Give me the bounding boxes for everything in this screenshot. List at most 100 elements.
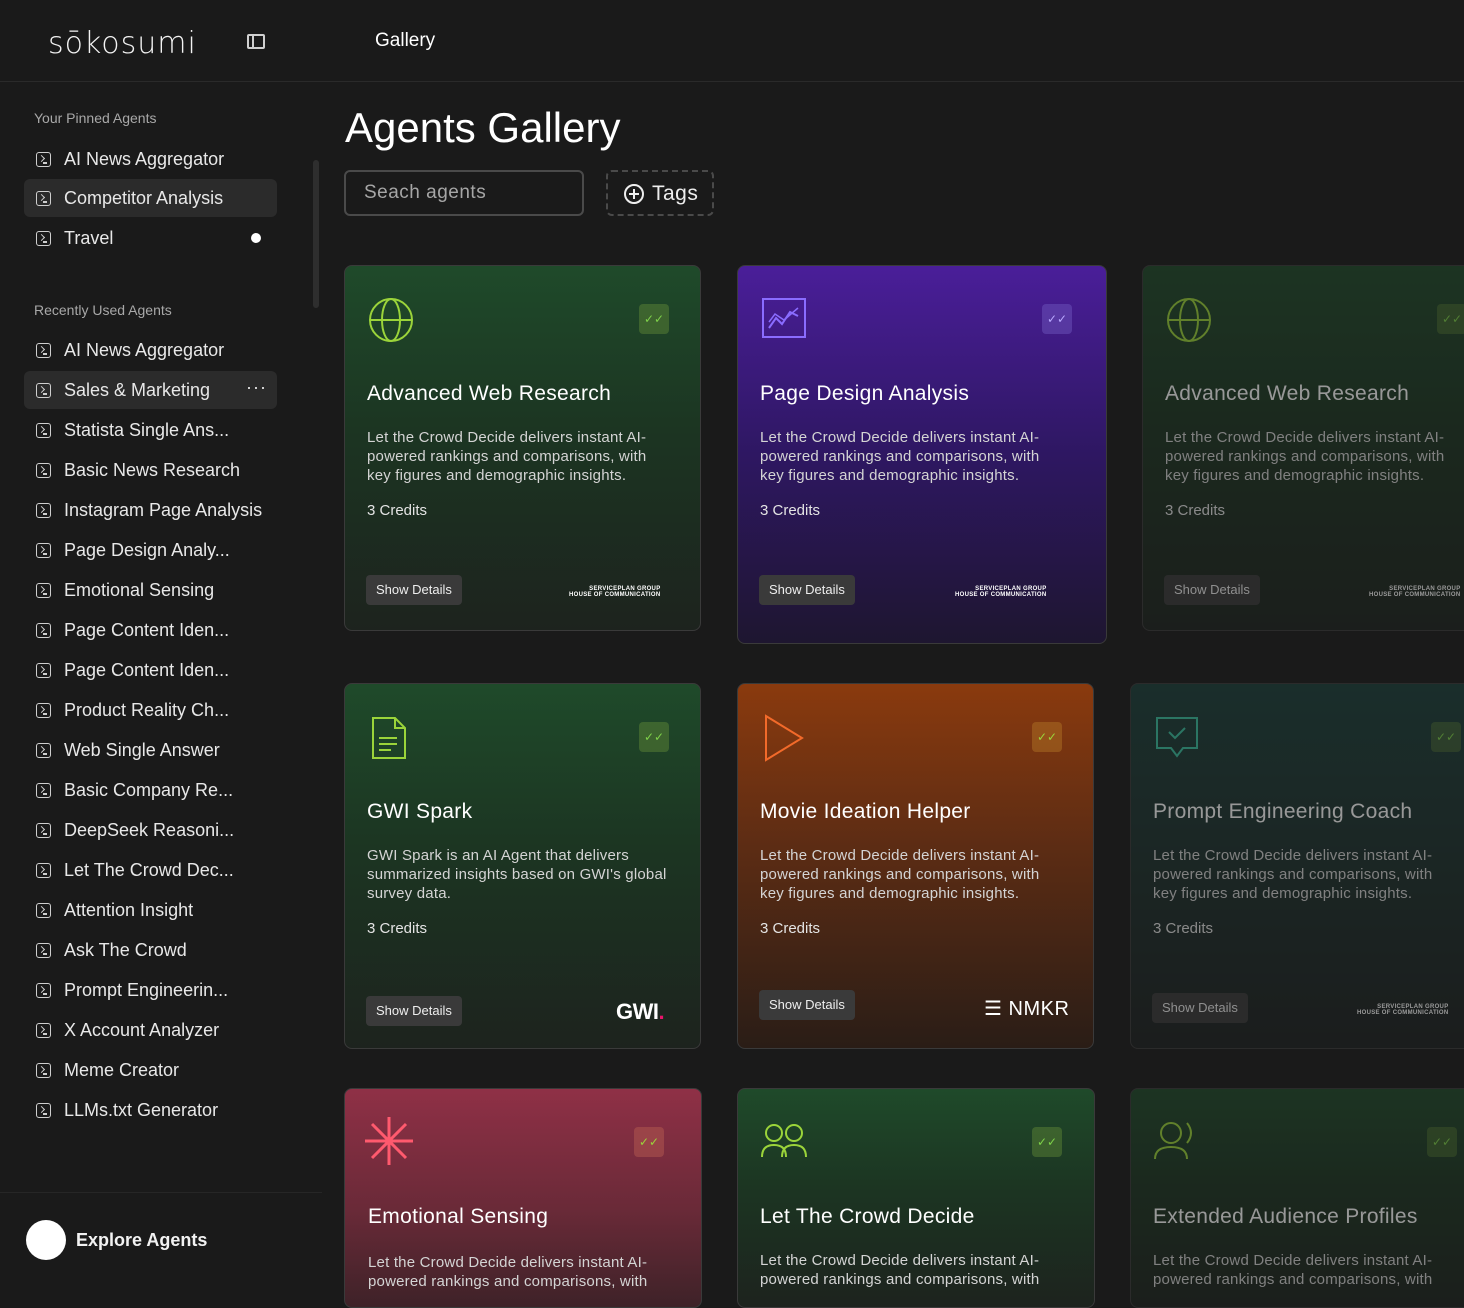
document-icon: [372, 717, 406, 759]
explore-agents-label: Explore Agents: [76, 1230, 208, 1250]
search-input[interactable]: [344, 170, 584, 216]
sidebar-scrollbar[interactable]: [313, 160, 319, 308]
recent-agent-item[interactable]: LLMs.txt Generator: [24, 1091, 277, 1129]
nav-label: Statista Single Ans...: [64, 420, 230, 440]
recent-agent-item[interactable]: Let The Crowd Dec...: [24, 851, 277, 889]
card-description: Let the Crowd Decide delivers instant AI…: [1165, 429, 1445, 484]
pinned-item[interactable]: AI News Aggregator: [24, 140, 277, 178]
terminal-icon: [36, 503, 51, 518]
show-details-button[interactable]: Show Details: [1152, 993, 1248, 1023]
recent-agent-item[interactable]: Page Content Iden...: [24, 611, 277, 649]
recent-agent-item[interactable]: Meme Creator: [24, 1051, 277, 1089]
recent-agent-item[interactable]: AI News Aggregator: [24, 331, 277, 369]
terminal-icon: [36, 823, 51, 838]
nav-label: Ask The Crowd: [64, 940, 187, 960]
agent-card[interactable]: ✓✓ Extended Audience Profiles Let the Cr…: [1130, 1088, 1464, 1308]
terminal-icon: [36, 703, 51, 718]
show-details-button[interactable]: Show Details: [366, 575, 462, 605]
terminal-icon: [36, 583, 51, 598]
terminal-icon: [36, 152, 51, 167]
show-details-button[interactable]: Show Details: [759, 990, 855, 1020]
nav-label: Basic Company Re...: [64, 780, 234, 800]
brand-name: GWI: [616, 999, 659, 1024]
card-title: Let The Crowd Decide: [760, 1205, 975, 1228]
recent-agent-item[interactable]: Instagram Page Analysis: [24, 491, 277, 529]
agent-card[interactable]: ✓✓ Page Design Analysis Let the Crowd De…: [737, 265, 1107, 644]
card-description: Let the Crowd Decide delivers instant AI…: [1153, 1252, 1433, 1288]
explore-avatar: [26, 1220, 66, 1260]
user-profile-icon: [1154, 1122, 1192, 1160]
brand-dot: .: [658, 999, 665, 1024]
nav-label: Basic News Research: [64, 460, 241, 480]
tags-button[interactable]: Tags: [606, 170, 714, 216]
terminal-icon: [36, 1063, 51, 1078]
agent-card[interactable]: ✓✓ Prompt Engineering Coach Let the Crow…: [1130, 683, 1464, 1049]
recent-agent-item[interactable]: Page Content Iden...: [24, 651, 277, 689]
globe-icon: [1167, 298, 1211, 342]
nav-label: Attention Insight: [64, 900, 194, 920]
brand-line: HOUSE OF COMMUNICATION: [1369, 592, 1461, 598]
tags-label: Tags: [652, 182, 699, 205]
show-details-button[interactable]: Show Details: [1164, 575, 1260, 605]
card-credits: 3 Credits: [1153, 920, 1214, 937]
recent-agent-item[interactable]: Sales & Marketing ···: [24, 371, 277, 409]
serviceplan-logo: SERVICEPLAN GROUP HOUSE OF COMMUNICATION: [1369, 586, 1461, 598]
nav-label: Page Content Iden...: [64, 620, 230, 640]
play-icon: [765, 714, 804, 762]
recent-agent-item[interactable]: Prompt Engineerin...: [24, 971, 277, 1009]
show-details-button[interactable]: Show Details: [366, 996, 462, 1026]
nav-label: X Account Analyzer: [64, 1020, 220, 1040]
card-title: Advanced Web Research: [367, 382, 612, 405]
terminal-icon: [36, 623, 51, 638]
recent-agent-item[interactable]: Product Reality Ch...: [24, 691, 277, 729]
card-description: Let the Crowd Decide delivers instant AI…: [760, 1252, 1040, 1288]
recent-agent-item[interactable]: Web Single Answer: [24, 731, 277, 769]
card-title: Advanced Web Research: [1165, 382, 1410, 405]
nav-label: Page Design Analy...: [64, 540, 230, 560]
nav-label: Travel: [64, 228, 114, 248]
recent-section-label: Recently Used Agents: [34, 302, 172, 318]
terminal-icon: [36, 383, 51, 398]
card-description: Let the Crowd Decide delivers instant AI…: [367, 429, 647, 484]
serviceplan-logo: SERVICEPLAN GROUP HOUSE OF COMMUNICATION: [569, 586, 661, 598]
explore-agents-button[interactable]: Explore Agents: [26, 1220, 286, 1262]
card-credits: 3 Credits: [1165, 502, 1226, 519]
nav-label: Page Content Iden...: [64, 660, 230, 680]
card-credits: 3 Credits: [367, 920, 428, 937]
recent-agent-item[interactable]: Page Design Analy...: [24, 531, 277, 569]
recent-agent-item[interactable]: X Account Analyzer: [24, 1011, 277, 1049]
agent-card[interactable]: ✓✓ Movie Ideation Helper Let the Crowd D…: [737, 683, 1094, 1049]
nav-label: DeepSeek Reasoni...: [64, 820, 235, 840]
gwi-logo: GWI.: [616, 999, 665, 1025]
terminal-icon: [36, 943, 51, 958]
serviceplan-logo: SERVICEPLAN GROUP HOUSE OF COMMUNICATION: [1357, 1004, 1449, 1016]
brand-line: HOUSE OF COMMUNICATION: [569, 592, 661, 598]
recent-agent-item[interactable]: Emotional Sensing: [24, 571, 277, 609]
agent-card[interactable]: ✓✓ Emotional Sensing Let the Crowd Decid…: [344, 1088, 702, 1308]
verified-check-icon: ✓✓: [1032, 722, 1062, 752]
more-options-icon[interactable]: ···: [246, 377, 267, 398]
app-logo[interactable]: sōkosumi: [48, 26, 197, 61]
pinned-item[interactable]: Competitor Analysis: [24, 179, 277, 217]
show-details-button[interactable]: Show Details: [759, 575, 855, 605]
users-icon: [761, 1124, 807, 1158]
agent-card[interactable]: ✓✓ Let The Crowd Decide Let the Crowd De…: [737, 1088, 1095, 1308]
agent-card[interactable]: ✓✓ Advanced Web Research Let the Crowd D…: [1142, 265, 1464, 631]
sidebar-toggle-icon[interactable]: [247, 34, 265, 49]
recent-agent-item[interactable]: Attention Insight: [24, 891, 277, 929]
verified-check-icon: ✓✓: [634, 1127, 664, 1157]
pinned-item[interactable]: Travel: [24, 219, 277, 257]
recent-agent-item[interactable]: DeepSeek Reasoni...: [24, 811, 277, 849]
recent-agent-item[interactable]: Statista Single Ans...: [24, 411, 277, 449]
card-title: Extended Audience Profiles: [1153, 1205, 1418, 1228]
recent-agent-item[interactable]: Basic News Research: [24, 451, 277, 489]
verified-check-icon: ✓✓: [1042, 304, 1072, 334]
recent-agent-item[interactable]: Basic Company Re...: [24, 771, 277, 809]
recent-agent-item[interactable]: Ask The Crowd: [24, 931, 277, 969]
card-title: Emotional Sensing: [368, 1205, 549, 1228]
agent-card[interactable]: ✓✓ Advanced Web Research Let the Crowd D…: [344, 265, 701, 631]
nav-label: Instagram Page Analysis: [64, 500, 263, 520]
agent-card[interactable]: ✓✓ GWI Spark GWI Spark is an AI Agent th…: [344, 683, 701, 1049]
nav-label: LLMs.txt Generator: [64, 1100, 219, 1120]
terminal-icon: [36, 231, 51, 246]
